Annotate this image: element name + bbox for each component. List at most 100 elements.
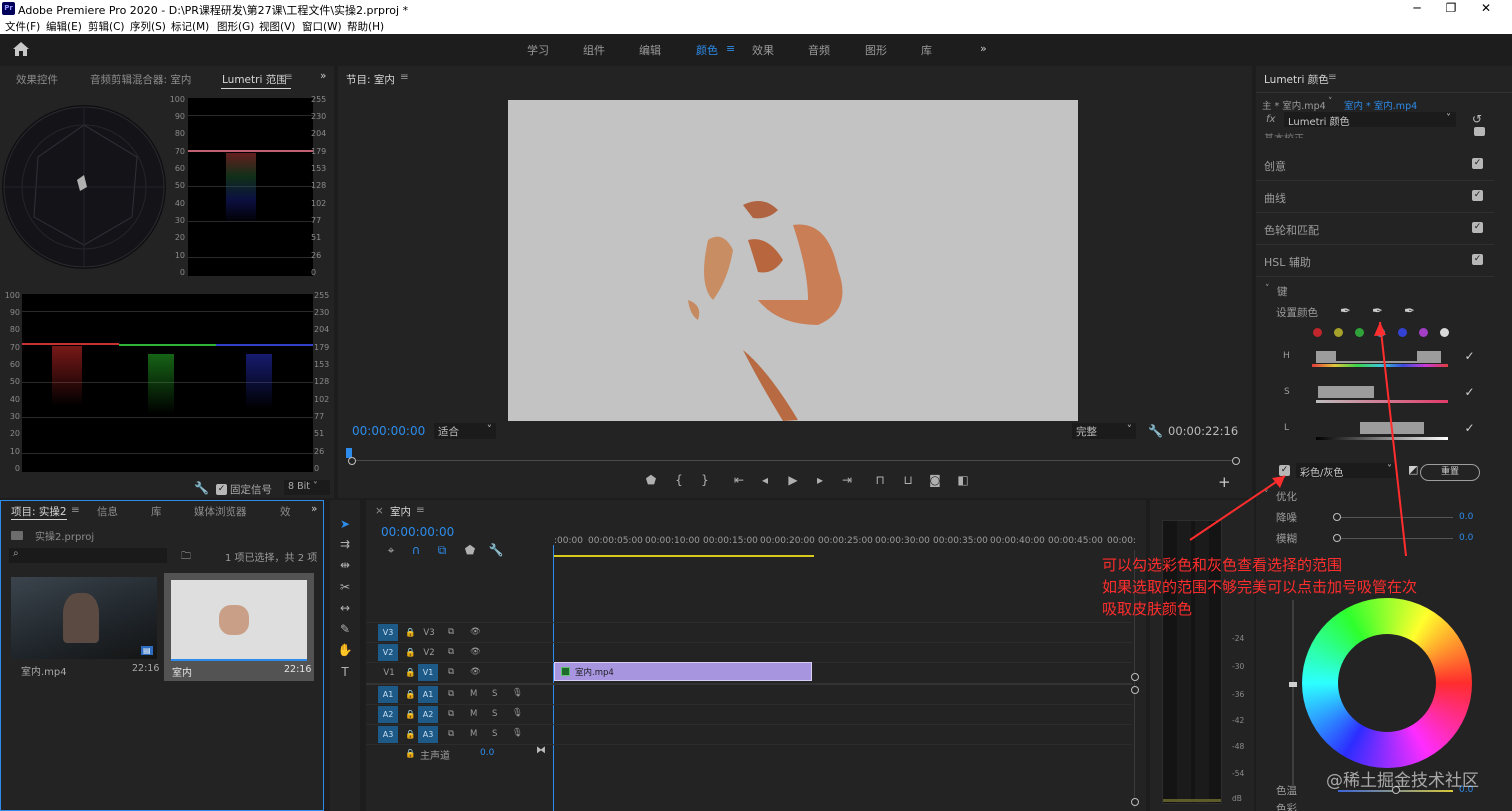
correction-luma-handle[interactable]: [1289, 682, 1297, 687]
workspace-menu-icon[interactable]: ≡: [726, 42, 735, 55]
clamp-signal-checkbox[interactable]: ✓: [216, 484, 227, 495]
reset-effect-icon[interactable]: ↺: [1472, 112, 1482, 126]
track-select-tool-icon[interactable]: ⇉: [337, 536, 353, 552]
lock-v1-icon[interactable]: 🔒: [405, 668, 416, 678]
timeline-settings-icon[interactable]: 🔧: [488, 542, 504, 558]
workspace-learn[interactable]: 学习: [527, 42, 549, 58]
panel-menu-icon[interactable]: ≡: [284, 71, 293, 83]
home-icon[interactable]: [12, 41, 30, 57]
section-creative[interactable]: 创意 ✓: [1256, 149, 1494, 181]
basic-correction-checkbox[interactable]: [1474, 127, 1485, 136]
eye-v3-icon[interactable]: 👁: [470, 627, 481, 637]
step-forward-icon[interactable]: ▸: [812, 472, 828, 488]
sync-lock-v1-icon[interactable]: ⧉: [448, 667, 454, 677]
workspace-assembly[interactable]: 组件: [583, 42, 605, 58]
go-to-in-icon[interactable]: ⇤: [731, 472, 747, 488]
fit-select[interactable]: 适合 ˅: [434, 423, 496, 439]
source-patch-a3[interactable]: A3: [378, 726, 398, 743]
track-a1-target[interactable]: A1: [418, 686, 438, 703]
solo-a3-button[interactable]: S: [492, 729, 497, 739]
key-section-label[interactable]: 键: [1277, 284, 1288, 299]
lock-a1-icon[interactable]: 🔒: [405, 690, 416, 700]
sync-lock-a1-icon[interactable]: ⧉: [448, 689, 454, 699]
section-color-wheels[interactable]: 色轮和匹配 ✓: [1256, 213, 1494, 245]
lumetri-menu-icon[interactable]: ≡: [1328, 71, 1337, 83]
wrench-icon[interactable]: 🔧: [194, 481, 209, 495]
panel-overflow-icon[interactable]: »: [320, 70, 326, 82]
lock-v3-icon[interactable]: 🔒: [405, 628, 416, 638]
source-patch-a1[interactable]: A1: [378, 686, 398, 703]
type-tool-icon[interactable]: T: [337, 664, 353, 680]
playback-resolution-select[interactable]: 完整 ˅: [1072, 423, 1136, 439]
scrub-start-knob[interactable]: [348, 457, 356, 465]
solo-a2-button[interactable]: S: [492, 709, 497, 719]
menu-sequence[interactable]: 序列(S): [130, 19, 166, 34]
workspace-editing[interactable]: 编辑: [639, 42, 661, 58]
source-patch-v3[interactable]: V3: [378, 624, 398, 641]
time-ruler[interactable]: :00:00 00:00:05:00 00:00:10:00 00:00:15:…: [552, 534, 1136, 554]
insert-nest-icon[interactable]: ⌖: [383, 542, 399, 558]
tab-info[interactable]: 信息: [97, 504, 118, 519]
slip-tool-icon[interactable]: ↔: [337, 600, 353, 616]
program-scrubber[interactable]: [350, 460, 1237, 461]
bit-depth-select[interactable]: 8 Bit ˅: [284, 480, 330, 495]
key-expand-icon[interactable]: ˅: [1265, 284, 1270, 294]
track-a3-target[interactable]: A3: [418, 726, 438, 743]
color-wheels-checkbox[interactable]: ✓: [1472, 222, 1483, 233]
correction-luma-slider[interactable]: [1292, 600, 1294, 785]
go-to-end-icon[interactable]: ⧓: [536, 745, 546, 756]
extract-icon[interactable]: ⊔: [900, 472, 916, 488]
master-clip-selector[interactable]: 主 * 室内.mp4: [1262, 98, 1326, 112]
source-patch-v2[interactable]: V2: [378, 644, 398, 661]
vertical-scroll-knob[interactable]: [1131, 798, 1139, 806]
comparison-view-icon[interactable]: ◧: [955, 472, 971, 488]
menu-edit[interactable]: 编辑(E): [46, 19, 82, 34]
project-menu-icon[interactable]: ≡: [71, 504, 80, 516]
close-button[interactable]: ✕: [1471, 1, 1501, 17]
curves-checkbox[interactable]: ✓: [1472, 190, 1483, 201]
menu-clip[interactable]: 剪辑(C): [88, 19, 125, 34]
sequence-clip-selector[interactable]: 室内 * 室内.mp4: [1344, 98, 1417, 112]
minimize-button[interactable]: ─: [1402, 1, 1432, 17]
menu-window[interactable]: 窗口(W): [302, 19, 342, 34]
eye-v2-icon[interactable]: 👁: [470, 647, 481, 657]
go-to-out-icon[interactable]: ⇥: [839, 472, 855, 488]
more-workspaces-icon[interactable]: »: [980, 42, 987, 55]
section-curves[interactable]: 曲线 ✓: [1256, 181, 1494, 213]
lock-a3-icon[interactable]: 🔒: [405, 730, 416, 740]
add-marker-icon[interactable]: ⬟: [643, 472, 659, 488]
menu-help[interactable]: 帮助(H): [347, 19, 384, 34]
zoom-knob-top[interactable]: [1131, 673, 1139, 681]
sync-lock-a3-icon[interactable]: ⧉: [448, 729, 454, 739]
mark-out-icon[interactable]: }: [697, 472, 713, 488]
step-back-icon[interactable]: ◂: [757, 472, 773, 488]
zoom-knob-bottom[interactable]: [1131, 686, 1139, 694]
sync-lock-a2-icon[interactable]: ⧉: [448, 709, 454, 719]
add-marker-timeline-icon[interactable]: ⬟: [462, 542, 478, 558]
workspace-graphics[interactable]: 图形: [865, 42, 887, 58]
lock-a2-icon[interactable]: 🔒: [405, 710, 416, 720]
master-volume-value[interactable]: 0.0: [480, 748, 494, 758]
sequence-tab[interactable]: 室内: [390, 504, 411, 519]
menu-file[interactable]: 文件(F): [5, 19, 40, 34]
workspace-libraries[interactable]: 库: [921, 42, 932, 58]
tab-audio-clip-mixer[interactable]: 音频剪辑混合器: 室内: [90, 72, 191, 87]
workspace-effects[interactable]: 效果: [752, 42, 774, 58]
lock-master-icon[interactable]: 🔒: [405, 749, 416, 759]
settings-wrench-icon[interactable]: 🔧: [1148, 424, 1163, 438]
close-sequence-icon[interactable]: ×: [375, 505, 384, 517]
project-overflow-icon[interactable]: »: [311, 503, 317, 515]
menu-graphics[interactable]: 图形(G): [217, 19, 254, 34]
mark-in-icon[interactable]: {: [671, 472, 687, 488]
solo-a1-button[interactable]: S: [492, 689, 497, 699]
voiceover-a3-icon[interactable]: 🎙: [512, 728, 523, 738]
program-timecode[interactable]: 00:00:00:00: [352, 424, 425, 438]
razor-tool-icon[interactable]: ✂: [337, 579, 353, 595]
mute-a3-button[interactable]: M: [470, 729, 477, 739]
tab-lumetri-scopes[interactable]: Lumetri 范围: [222, 72, 287, 87]
mute-a2-button[interactable]: M: [470, 709, 477, 719]
linked-selection-icon[interactable]: ⧉: [434, 542, 450, 558]
creative-checkbox[interactable]: ✓: [1472, 158, 1483, 169]
lock-v2-icon[interactable]: 🔒: [405, 648, 416, 658]
workspace-color[interactable]: 颜色: [696, 42, 718, 58]
